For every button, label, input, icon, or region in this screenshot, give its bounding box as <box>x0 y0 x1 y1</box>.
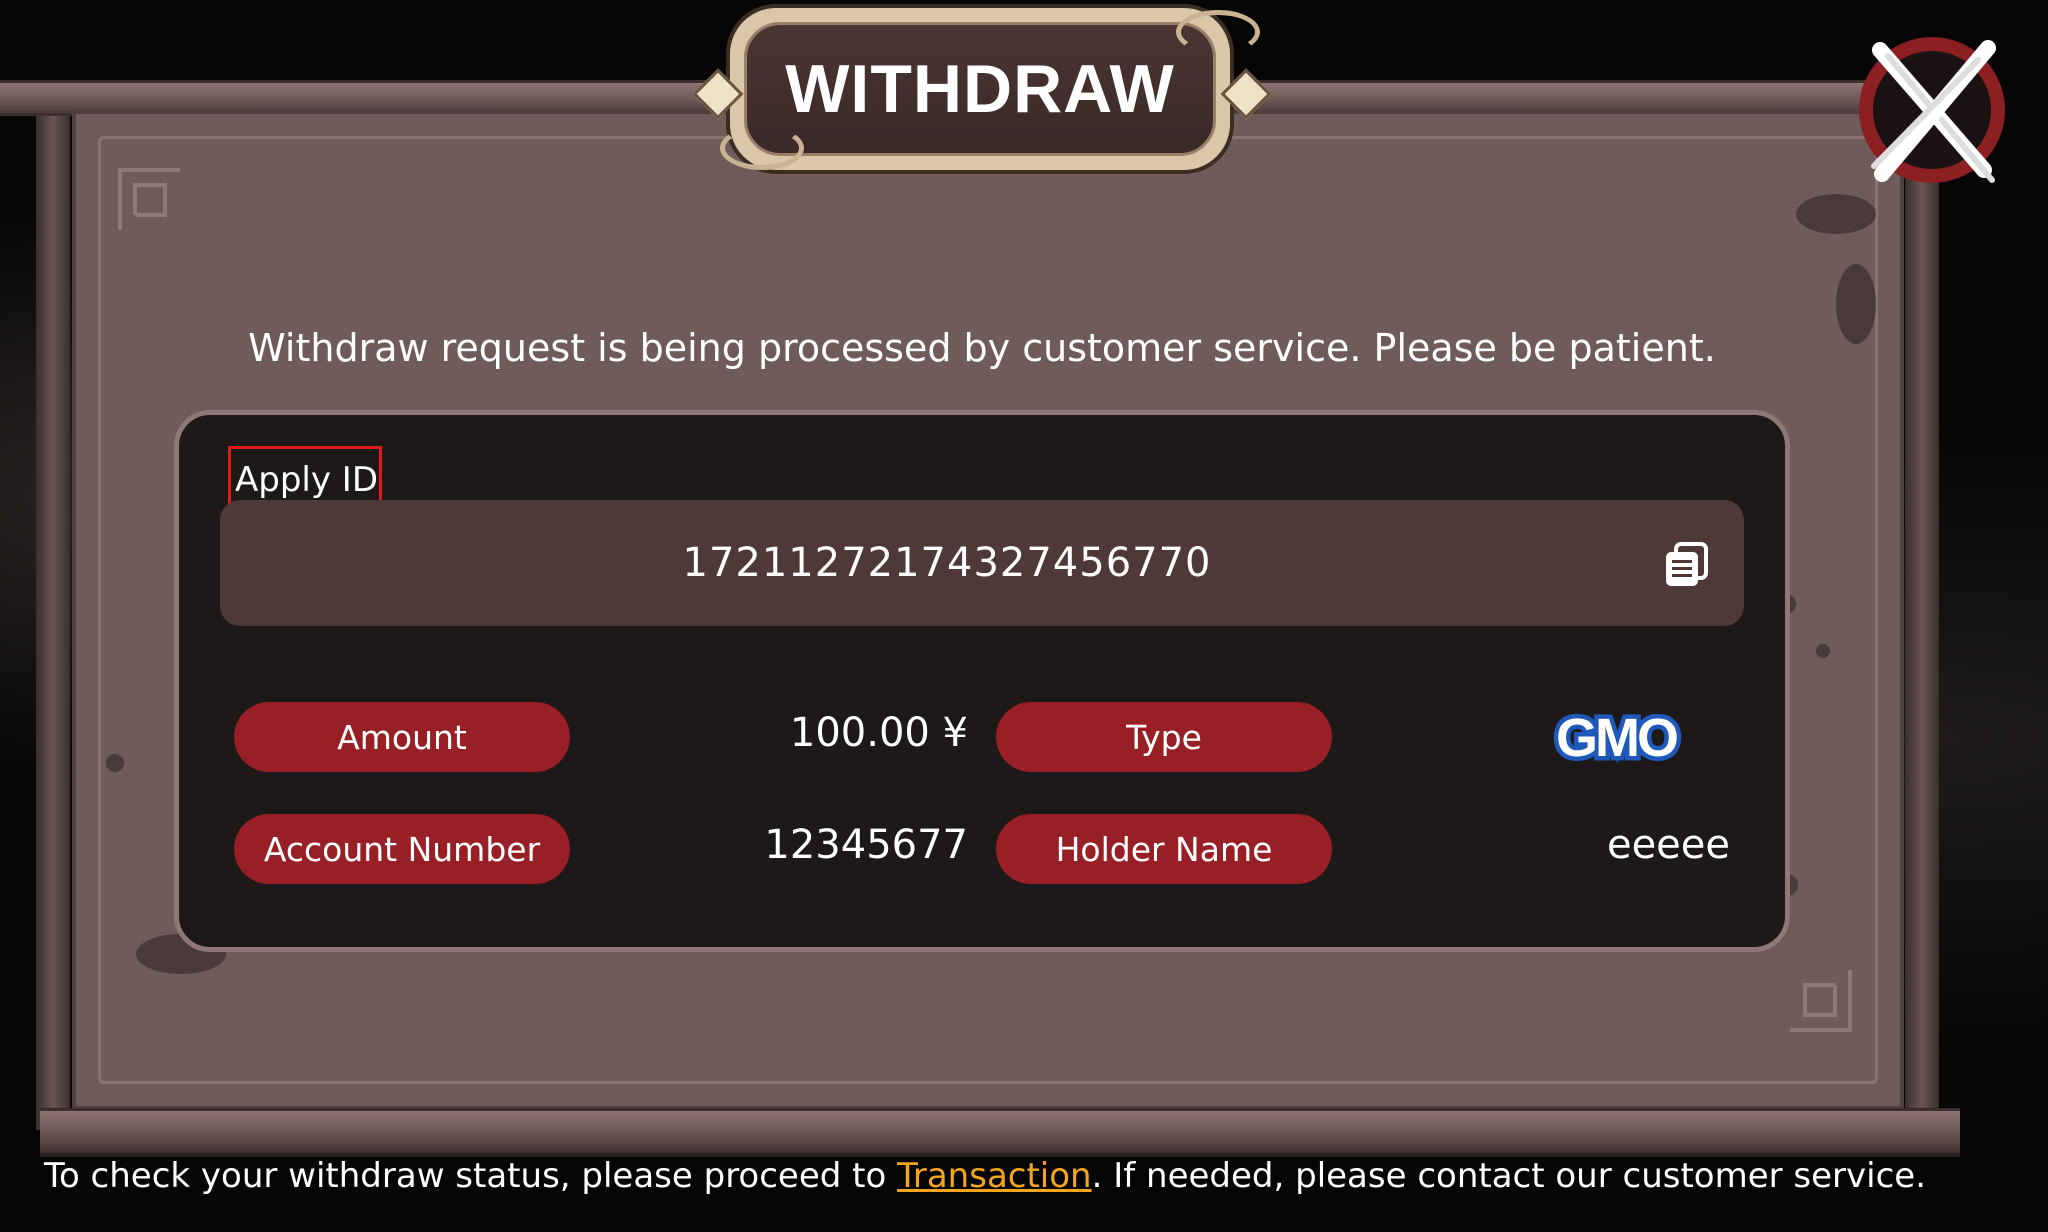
ink-splatter <box>1816 644 1830 658</box>
copy-button[interactable] <box>1662 540 1712 590</box>
ink-splatter <box>106 754 124 772</box>
copy-icon <box>1666 542 1708 586</box>
gmo-logo-icon: GMO <box>1552 708 1685 768</box>
corner-ornament-icon <box>1790 970 1852 1032</box>
footer-text-before: To check your withdraw status, please pr… <box>43 1156 898 1196</box>
amount-value: 100.00 ¥ <box>789 710 968 756</box>
status-message: Withdraw request is being processed by c… <box>248 326 1716 370</box>
close-button[interactable] <box>1852 30 2012 190</box>
frame-post-right <box>1905 100 1939 1130</box>
dialog-title: WITHDRAW <box>785 51 1175 127</box>
corner-ornament-icon <box>118 168 180 230</box>
apply-id-value: 17211272174327456770 <box>682 540 1212 586</box>
ink-splatter <box>1796 194 1876 234</box>
transaction-link[interactable]: Transaction <box>897 1156 1092 1196</box>
amount-label: Amount <box>234 702 570 772</box>
account-number-label: Account Number <box>234 814 570 884</box>
holder-name-value: eeeee <box>1606 822 1730 868</box>
footer-note: To check your withdraw status, please pr… <box>0 1156 1970 1196</box>
holder-name-label: Holder Name <box>996 814 1332 884</box>
gmo-logo-text: GMO <box>1556 708 1677 768</box>
type-label: Type <box>996 702 1332 772</box>
footer-text-after: . If needed, please contact our customer… <box>1091 1156 1927 1196</box>
title-plaque: WITHDRAW <box>692 8 1272 170</box>
close-x-icon <box>1859 37 2005 183</box>
withdraw-dialog-scene: WITHDRAW Withdraw request is being proce… <box>0 0 2048 1232</box>
frame-rod-bottom <box>40 1108 1960 1157</box>
frame-post-left <box>36 100 70 1130</box>
account-number-value: 12345677 <box>764 822 968 868</box>
